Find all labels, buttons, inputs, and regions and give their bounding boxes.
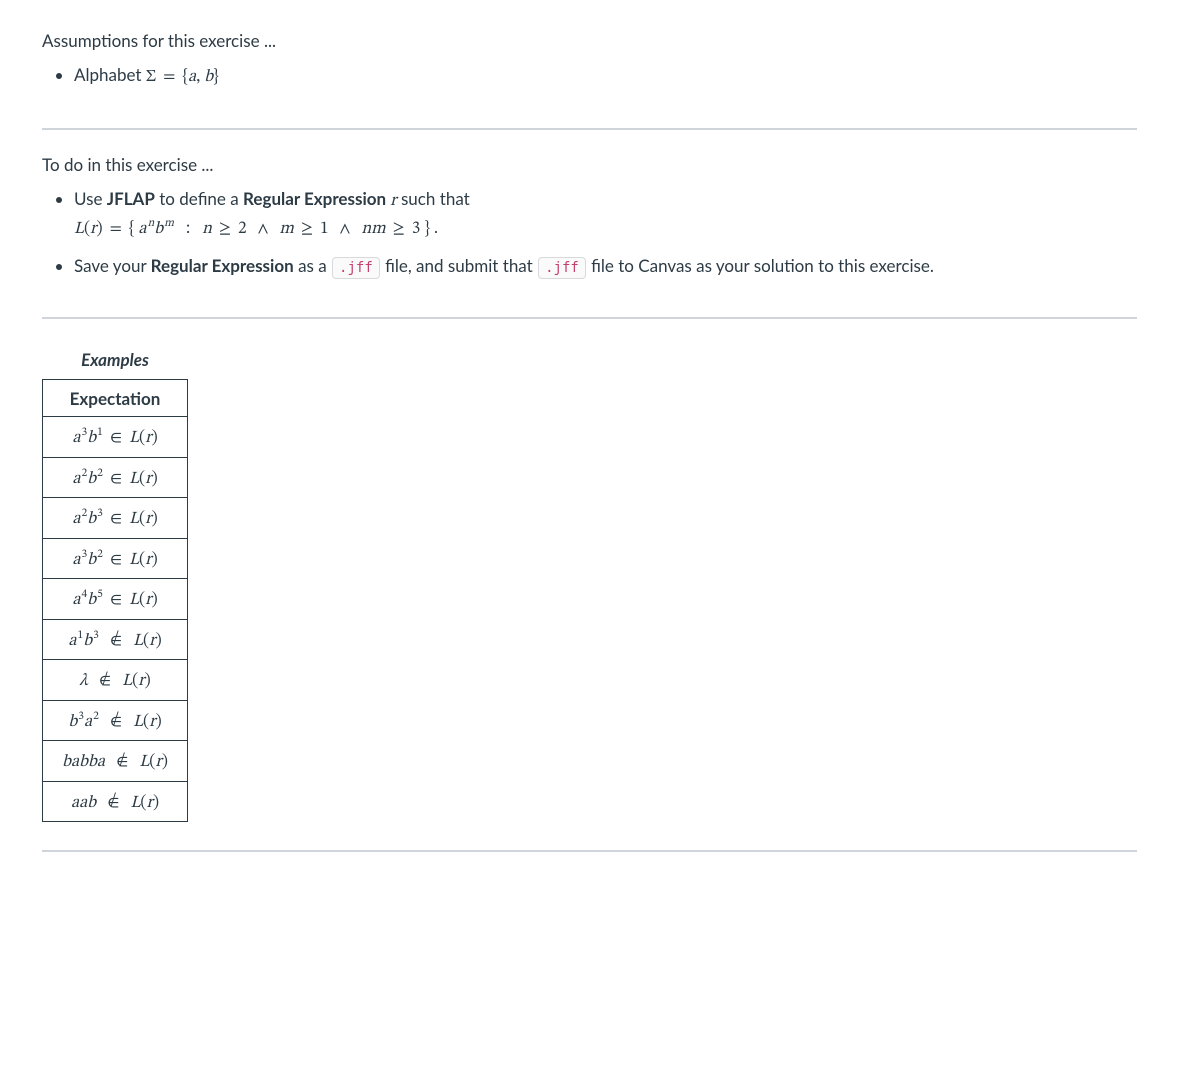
todo-list: Use JFLAP to define a Regular Expression…: [42, 186, 1137, 280]
assumption-alphabet: Alphabet Σ = {a, b}: [74, 62, 1137, 91]
assumptions-list: Alphabet Σ = {a, b}: [42, 62, 1137, 91]
table-row: a3b1 ∈ L(r): [43, 417, 188, 458]
todo-item2-mid1: as a: [294, 255, 331, 276]
set-comma: ,: [196, 69, 200, 86]
table-row: a3b2 ∈ L(r): [43, 538, 188, 579]
var-r: r: [386, 193, 396, 210]
math-m: m: [279, 221, 293, 238]
language-definition: L(r) = { anbm : n ≥ 2 ∧ m ≥ 1 ∧ nm ≥ 3: [74, 221, 438, 238]
expectation-cell: aab ∈/ L(r): [43, 781, 188, 822]
divider-2: [42, 317, 1137, 319]
equals-symbol: =: [160, 69, 178, 86]
math-1: 1: [320, 221, 328, 238]
examples-caption: Examples: [42, 347, 188, 379]
table-row: a1b3 ∈/ L(r): [43, 619, 188, 660]
expectation-cell: a3b1 ∈ L(r): [43, 417, 188, 458]
table-row: a4b5 ∈ L(r): [43, 579, 188, 620]
table-row: b3a2 ∈/ L(r): [43, 700, 188, 741]
expectation-cell: a2b3 ∈ L(r): [43, 498, 188, 539]
math-ge-1: ≥: [216, 221, 234, 238]
todo-item1-prefix: Use: [74, 188, 107, 209]
math-exp-m: m: [163, 217, 174, 229]
math-eq: =: [107, 221, 125, 238]
examples-section: Examples Expectation a3b1 ∈ L(r)a2b2 ∈ L…: [42, 337, 1137, 838]
math-b: b: [154, 221, 163, 238]
todo-item1-mid: to define a: [155, 188, 243, 209]
expectation-cell: a4b5 ∈ L(r): [43, 579, 188, 620]
expectation-cell: a2b2 ∈ L(r): [43, 457, 188, 498]
math-set-open: {: [129, 221, 135, 238]
jff-code-2: .jff: [538, 257, 586, 280]
examples-table: Examples Expectation a3b1 ∈ L(r)a2b2 ∈ L…: [42, 347, 188, 822]
math-and-2: ∧: [337, 221, 354, 238]
math-3: 3: [412, 221, 420, 238]
table-row: λ ∈/ L(r): [43, 660, 188, 701]
expectation-cell: λ ∈/ L(r): [43, 660, 188, 701]
table-row: a2b2 ∈ L(r): [43, 457, 188, 498]
expectation-cell: b3a2 ∈/ L(r): [43, 700, 188, 741]
todo-item2-mid2: file, and submit that: [381, 255, 537, 276]
math-a: a: [138, 221, 146, 238]
assumptions-section: Assumptions for this exercise ... Alphab…: [42, 18, 1137, 116]
expectation-cell: a1b3 ∈/ L(r): [43, 619, 188, 660]
set-close-brace: }: [213, 69, 219, 86]
todo-item2-prefix: Save your: [74, 255, 151, 276]
math-n: n: [202, 221, 212, 238]
examples-header: Expectation: [43, 379, 188, 417]
math-paren-close: ): [97, 221, 103, 238]
table-row: babba ∈/ L(r): [43, 741, 188, 782]
regex-label-2: Regular Expression: [151, 255, 294, 276]
table-row: a2b3 ∈ L(r): [43, 498, 188, 539]
alphabet-b: b: [204, 69, 213, 86]
alphabet-a: a: [188, 69, 196, 86]
assumptions-heading: Assumptions for this exercise ...: [42, 28, 1137, 54]
divider-3: [42, 850, 1137, 852]
math-ge-2: ≥: [298, 221, 316, 238]
todo-item2-suffix: file to Canvas as your solution to this …: [587, 255, 934, 276]
math-nm: nm: [361, 221, 385, 238]
math-period: .: [434, 221, 438, 238]
alphabet-label: Alphabet: [74, 64, 141, 85]
jflap-label: JFLAP: [107, 188, 155, 209]
divider-1: [42, 128, 1137, 130]
math-and-1: ∧: [255, 221, 272, 238]
todo-section: To do in this exercise ... Use JFLAP to …: [42, 142, 1137, 305]
expectation-cell: babba ∈/ L(r): [43, 741, 188, 782]
regex-label-1: Regular Expression: [243, 188, 386, 209]
math-L: L: [74, 221, 84, 238]
todo-item-1: Use JFLAP to define a Regular Expression…: [74, 186, 1137, 243]
math-2: 2: [238, 221, 246, 238]
math-ge-3: ≥: [390, 221, 408, 238]
table-row: aab ∈/ L(r): [43, 781, 188, 822]
math-colon: :: [186, 221, 190, 238]
todo-item-2: Save your Regular Expression as a .jff f…: [74, 253, 1137, 280]
todo-heading: To do in this exercise ...: [42, 152, 1137, 178]
todo-item1-suffix: such that: [397, 188, 470, 209]
math-set-close: }: [424, 221, 430, 238]
jff-code-1: .jff: [332, 257, 380, 280]
expectation-cell: a3b2 ∈ L(r): [43, 538, 188, 579]
sigma-symbol: Σ: [146, 69, 156, 86]
